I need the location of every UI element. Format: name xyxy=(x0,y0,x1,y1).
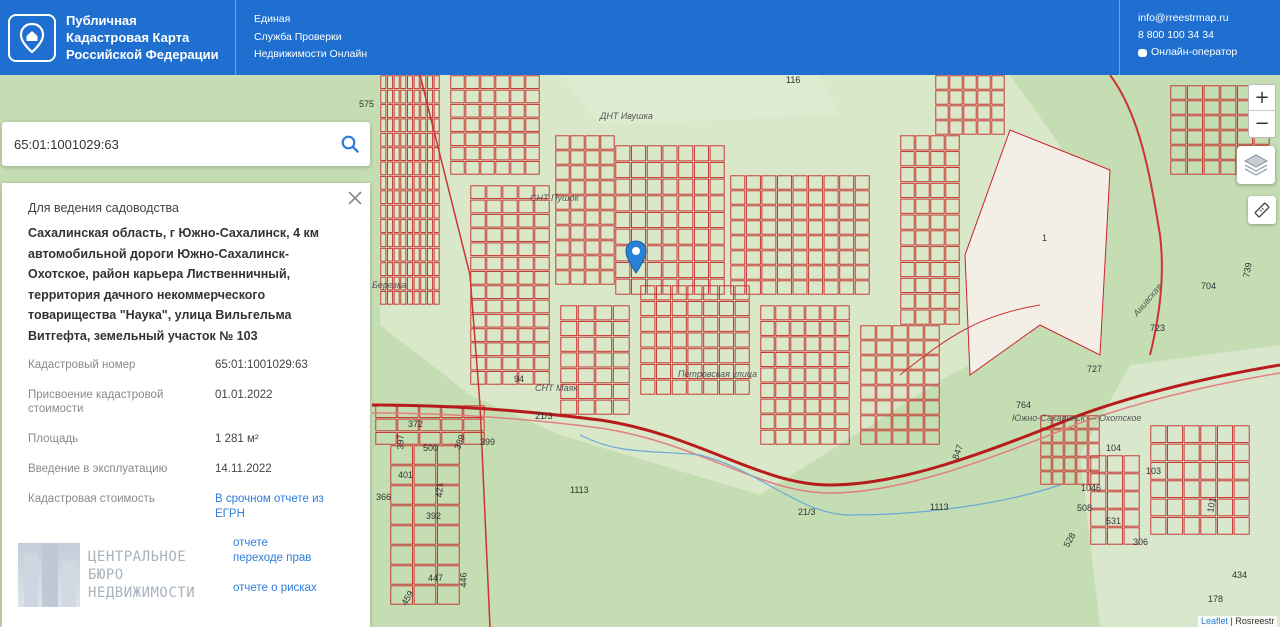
label-397: 397 xyxy=(395,434,406,450)
contact-email-link[interactable]: info@rreestrmap.ru xyxy=(1138,10,1280,27)
label-392: 392 xyxy=(426,511,442,521)
label-704: 704 xyxy=(1201,281,1217,291)
service-name: Единая Служба Проверки Недвижимости Онла… xyxy=(236,0,1120,75)
label-447: 447 xyxy=(428,573,444,583)
land-use: Для ведения садоводства xyxy=(28,201,179,215)
label-104: 104 xyxy=(1106,443,1122,453)
info-row-commissioning: Введение в эксплуатацию 14.11.2022 xyxy=(28,462,344,492)
info-value: 65:01:1001029:63 xyxy=(215,359,308,371)
house-pin-icon xyxy=(8,13,56,62)
label-764: 764 xyxy=(1016,400,1032,410)
layers-button[interactable] xyxy=(1237,146,1275,184)
label-berezka: Березка xyxy=(372,280,407,290)
cadastral-search-box xyxy=(2,122,370,166)
online-operator-label: Онлайн-оператор xyxy=(1151,46,1238,58)
selected-parcel-marker-icon[interactable] xyxy=(625,240,647,274)
logo-block[interactable]: Публичная Кадастровая Карта Российской Ф… xyxy=(0,0,236,75)
contact-phone-link[interactable]: 8 800 100 34 34 xyxy=(1138,27,1280,44)
ownership-transfer-link[interactable]: переходе прав xyxy=(233,551,344,566)
info-label: Площадь xyxy=(28,433,79,445)
online-operator-link[interactable]: Онлайн-оператор xyxy=(1138,44,1280,61)
cadastral-value-report-link[interactable]: В срочном отчете из ЕГРН xyxy=(215,492,344,536)
label-103: 103 xyxy=(1146,466,1162,476)
label-306: 306 xyxy=(1133,537,1149,547)
watermark-text: ЦЕНТРАЛЬНОЕ БЮРО НЕДВИЖИМОСТИ xyxy=(88,548,195,602)
label-399: 399 xyxy=(480,437,496,447)
info-value: 01.01.2022 xyxy=(215,389,273,401)
label-snt-pushok: СНТ Пушок xyxy=(530,193,579,203)
close-panel-button[interactable] xyxy=(346,189,364,207)
info-label: Присвоение кадастровой стоимости xyxy=(28,389,164,415)
info-label: Введение в эксплуатацию xyxy=(28,463,168,475)
service-line-1: Единая xyxy=(254,13,291,25)
label-401: 401 xyxy=(398,470,414,480)
label-366: 366 xyxy=(376,492,392,502)
info-value: 1 281 м² xyxy=(215,433,259,445)
zoom-control: + − xyxy=(1248,84,1276,138)
label-road-21-3-a: 21/3 xyxy=(535,411,553,421)
site-title-line-2: Кадастровая Карта xyxy=(66,30,190,45)
info-row-area: Площадь 1 281 м² xyxy=(28,432,344,462)
label-snt-mayak: СНТ Маяк xyxy=(535,383,578,393)
map-attribution: Leaflet | Rosreestr xyxy=(1198,616,1278,627)
parcel-address: Сахалинская область, г Южно-Сахалинск, 4… xyxy=(28,226,320,343)
contact-block: info@rreestrmap.ru 8 800 100 34 34 Онлай… xyxy=(1120,0,1280,75)
service-line-2: Служба Проверки xyxy=(254,30,342,43)
label-94: 94 xyxy=(514,374,525,384)
label-116: 116 xyxy=(786,75,801,85)
site-title-line-3: Российской Федерации xyxy=(66,47,219,62)
info-row-valuation-date: Присвоение кадастровой стоимости 01.01.2… xyxy=(28,388,344,432)
label-snt-ivushka: ДНТ Ивушка xyxy=(600,111,653,121)
close-icon xyxy=(348,191,362,205)
label-500: 500 xyxy=(423,443,439,453)
layers-icon xyxy=(1243,154,1269,176)
site-title: Публичная Кадастровая Карта Российской Ф… xyxy=(66,12,219,63)
label-yuzhno-okhotskoe: Южно-Сахалинск — Охотское xyxy=(1012,413,1142,423)
label-1113-b: 1113 xyxy=(930,502,949,512)
risk-report-link[interactable]: отчете о рисках xyxy=(233,581,344,596)
label-road-21-3-b: 21/3 xyxy=(798,507,816,517)
label-421: 421 xyxy=(434,482,445,498)
building-icon xyxy=(18,543,80,607)
leaflet-link[interactable]: Leaflet xyxy=(1201,616,1228,626)
site-header: Публичная Кадастровая Карта Российской Ф… xyxy=(0,0,1280,75)
label-1: 1 xyxy=(1042,233,1048,243)
report-link[interactable]: отчете xyxy=(233,536,344,551)
parcel-info-panel: Для ведения садоводства Сахалинская обла… xyxy=(2,183,370,627)
label-575: 575 xyxy=(359,99,375,109)
attribution-text: | Rosreestr xyxy=(1230,616,1275,626)
label-531: 531 xyxy=(1106,516,1122,526)
service-line-3: Недвижимости Онлайн xyxy=(254,48,368,60)
label-723: 723 xyxy=(1150,323,1166,333)
search-button[interactable] xyxy=(330,124,370,164)
label-508: 508 xyxy=(1077,503,1093,513)
label-1046: 1046 xyxy=(1081,483,1102,493)
watermark-logo: ЦЕНТРАЛЬНОЕ БЮРО НЕДВИЖИМОСТИ xyxy=(18,541,228,609)
info-row-cadastral-value: Кадастровая стоимость В срочном отчете и… xyxy=(28,492,344,536)
chat-icon xyxy=(1138,48,1147,57)
label-434: 434 xyxy=(1232,570,1248,580)
watermark-line-3: НЕДВИЖИМОСТИ xyxy=(88,585,196,601)
search-icon xyxy=(341,135,359,153)
ruler-icon xyxy=(1254,202,1270,218)
label-446: 446 xyxy=(458,572,469,588)
watermark-line-2: БЮРО xyxy=(88,567,124,583)
watermark-line-1: ЦЕНТРАЛЬНОЕ xyxy=(88,549,187,565)
label-1113-a: 1113 xyxy=(570,485,589,495)
label-petrovskaya: Петровская улица xyxy=(678,369,758,379)
label-727: 727 xyxy=(1087,364,1103,374)
label-178: 178 xyxy=(1208,594,1224,604)
label-372: 372 xyxy=(408,419,424,429)
info-value: 14.11.2022 xyxy=(215,463,272,475)
info-row-cadastral-number: Кадастровый номер 65:01:1001029:63 xyxy=(28,358,344,388)
zoom-in-button[interactable]: + xyxy=(1249,85,1275,111)
info-label: Кадастровый номер xyxy=(28,359,136,371)
cadastral-search-input[interactable] xyxy=(14,129,330,159)
site-title-line-1: Публичная xyxy=(66,13,137,28)
measure-button[interactable] xyxy=(1248,196,1276,224)
info-label: Кадастровая стоимость xyxy=(28,493,155,505)
zoom-out-button[interactable]: − xyxy=(1249,111,1275,137)
